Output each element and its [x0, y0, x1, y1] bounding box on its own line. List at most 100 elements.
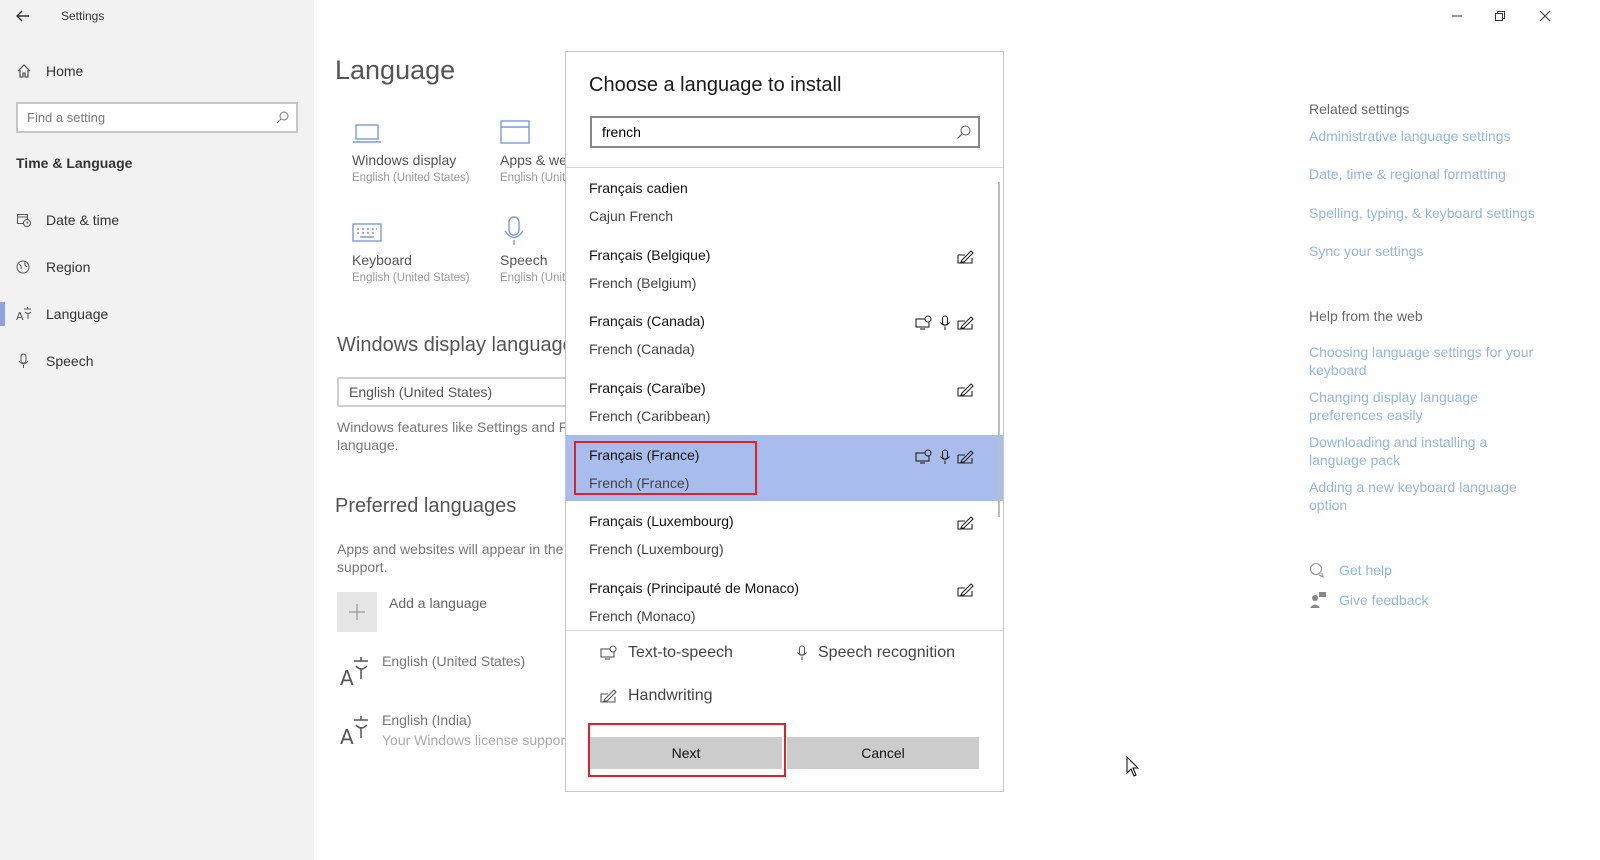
tile-keyboard[interactable]: Keyboard English (United States) — [352, 220, 470, 284]
legend-handwriting: Handwriting — [600, 687, 712, 705]
preferred-language-sub: Your Windows license support — [382, 732, 569, 748]
language-english-name: French (Luxembourg) — [589, 541, 724, 557]
restore-icon — [1489, 6, 1511, 26]
preferred-languages-desc: Apps and websites will appear in the f s… — [337, 540, 571, 576]
language-native-name: Français (Caraïbe) — [589, 380, 706, 396]
text-to-speech-icon — [600, 645, 618, 661]
language-english-name: Cajun French — [589, 208, 673, 224]
related-link[interactable]: Date, time & regional formatting — [1309, 165, 1539, 183]
search-icon — [956, 124, 972, 140]
language-row[interactable]: Français (Luxembourg) French (Luxembourg… — [566, 501, 1003, 568]
preferred-languages-heading: Preferred languages — [335, 495, 516, 518]
help-link[interactable]: Changing display language preferences ea… — [1309, 388, 1539, 424]
language-search-box[interactable] — [590, 116, 980, 148]
language-native-name: Français (Belgique) — [589, 247, 710, 263]
get-help-label: Get help — [1339, 562, 1392, 578]
page-title: Language — [335, 55, 455, 86]
language-row[interactable]: Français cadien Cajun French — [566, 168, 1003, 235]
language-native-name: Français (Canada) — [589, 313, 705, 329]
legend-text-to-speech: Text-to-speech — [600, 644, 733, 662]
nav-item-region[interactable]: Region — [16, 259, 90, 275]
language-row[interactable]: Français (Belgique) French (Belgium) — [566, 235, 1003, 302]
plus-icon — [337, 592, 377, 632]
text-to-speech-icon — [915, 315, 933, 331]
handwriting-icon — [957, 449, 975, 465]
choose-language-dialog: Choose a language to install Français ca… — [565, 51, 1004, 792]
language-english-name: French (Belgium) — [589, 275, 696, 291]
restore-button[interactable] — [1489, 6, 1511, 26]
nav-item-language[interactable]: A Language — [16, 306, 108, 322]
desc-line: language. — [337, 436, 574, 454]
close-icon — [1534, 6, 1556, 26]
microphone-icon — [939, 449, 951, 465]
related-settings-heading: Related settings — [1309, 101, 1409, 117]
search-icon — [276, 110, 290, 124]
related-link[interactable]: Sync your settings — [1309, 242, 1539, 260]
next-highlight-box — [588, 723, 786, 777]
language-icon: A — [340, 712, 370, 746]
tile-name: Speech — [500, 252, 565, 268]
preferred-language-name: English (United States) — [382, 653, 525, 669]
language-list[interactable]: Français cadien Cajun French Français (B… — [566, 168, 1003, 630]
language-search-input[interactable] — [592, 118, 942, 146]
add-language-label: Add a language — [389, 592, 487, 632]
handwriting-icon — [957, 382, 975, 398]
preferred-language-item[interactable]: A English (India) Your Windows license s… — [340, 712, 569, 748]
nav-item-speech[interactable]: Speech — [16, 353, 93, 369]
language-english-name: French (Caribbean) — [589, 408, 710, 424]
find-setting-box[interactable] — [16, 102, 298, 133]
language-english-name: French (Monaco) — [589, 608, 696, 624]
related-link[interactable]: Spelling, typing, & keyboard settings — [1309, 204, 1539, 222]
display-language-heading: Windows display language — [337, 334, 574, 357]
tile-name: Keyboard — [352, 252, 470, 268]
language-english-name: French (France) — [589, 475, 689, 491]
related-link[interactable]: Administrative language settings — [1309, 127, 1539, 145]
language-row[interactable]: Français (Principauté de Monaco) French … — [566, 568, 1003, 630]
tile-name: Apps & we — [500, 152, 567, 168]
get-help-link[interactable]: Get help — [1309, 561, 1392, 579]
handwriting-icon — [957, 315, 975, 331]
tile-windows-display[interactable]: Windows display English (United States) — [352, 120, 470, 184]
language-icon: A — [16, 306, 32, 322]
keyboard-icon — [352, 220, 382, 246]
nav-home[interactable]: Home — [16, 63, 83, 79]
svg-text:A: A — [340, 666, 354, 687]
nav-home-label: Home — [46, 63, 83, 79]
divider — [566, 630, 1003, 631]
language-row[interactable]: Français (Canada) French (Canada) — [566, 301, 1003, 368]
nav-item-label: Date & time — [46, 212, 119, 228]
back-button[interactable] — [12, 6, 34, 26]
help-link[interactable]: Adding a new keyboard language option — [1309, 478, 1539, 514]
microphone-icon — [16, 353, 32, 369]
cursor-arrow-icon — [1126, 756, 1140, 778]
tile-value: English (Unit — [500, 272, 565, 284]
close-button[interactable] — [1534, 6, 1556, 26]
give-feedback-link[interactable]: Give feedback — [1309, 591, 1429, 609]
language-row-selected[interactable]: Français (France) French (France) — [566, 435, 1003, 502]
display-language-select[interactable]: English (United States) — [337, 377, 577, 407]
handwriting-icon — [957, 582, 975, 598]
cancel-button[interactable]: Cancel — [787, 737, 979, 769]
preferred-language-item[interactable]: A English (United States) — [340, 653, 525, 687]
language-native-name: Français (France) — [589, 447, 699, 463]
give-feedback-label: Give feedback — [1339, 592, 1429, 608]
tile-apps-websites[interactable]: Apps & we English (Unit — [500, 120, 567, 184]
minimize-button[interactable] — [1446, 6, 1468, 26]
display-language-desc: Windows features like Settings and Fil l… — [337, 418, 574, 454]
svg-text:A: A — [340, 725, 354, 746]
help-heading: Help from the web — [1309, 308, 1423, 324]
help-link[interactable]: Downloading and installing a language pa… — [1309, 433, 1539, 469]
add-language-button[interactable]: Add a language — [337, 592, 487, 632]
nav-item-date-time[interactable]: Date & time — [16, 212, 119, 228]
tile-speech[interactable]: Speech English (Unit — [500, 216, 565, 284]
legend-label: Text-to-speech — [628, 644, 733, 662]
microphone-icon — [796, 645, 808, 661]
help-link[interactable]: Choosing language settings for your keyb… — [1309, 343, 1539, 379]
find-setting-input[interactable] — [18, 104, 258, 131]
tile-name: Windows display — [352, 152, 470, 168]
laptop-icon — [352, 120, 382, 146]
list-scrollbar[interactable] — [998, 182, 1000, 517]
language-row[interactable]: Français (Caraïbe) French (Caribbean) — [566, 368, 1003, 435]
language-native-name: Français cadien — [589, 180, 688, 196]
legend-speech-recognition: Speech recognition — [796, 644, 955, 662]
